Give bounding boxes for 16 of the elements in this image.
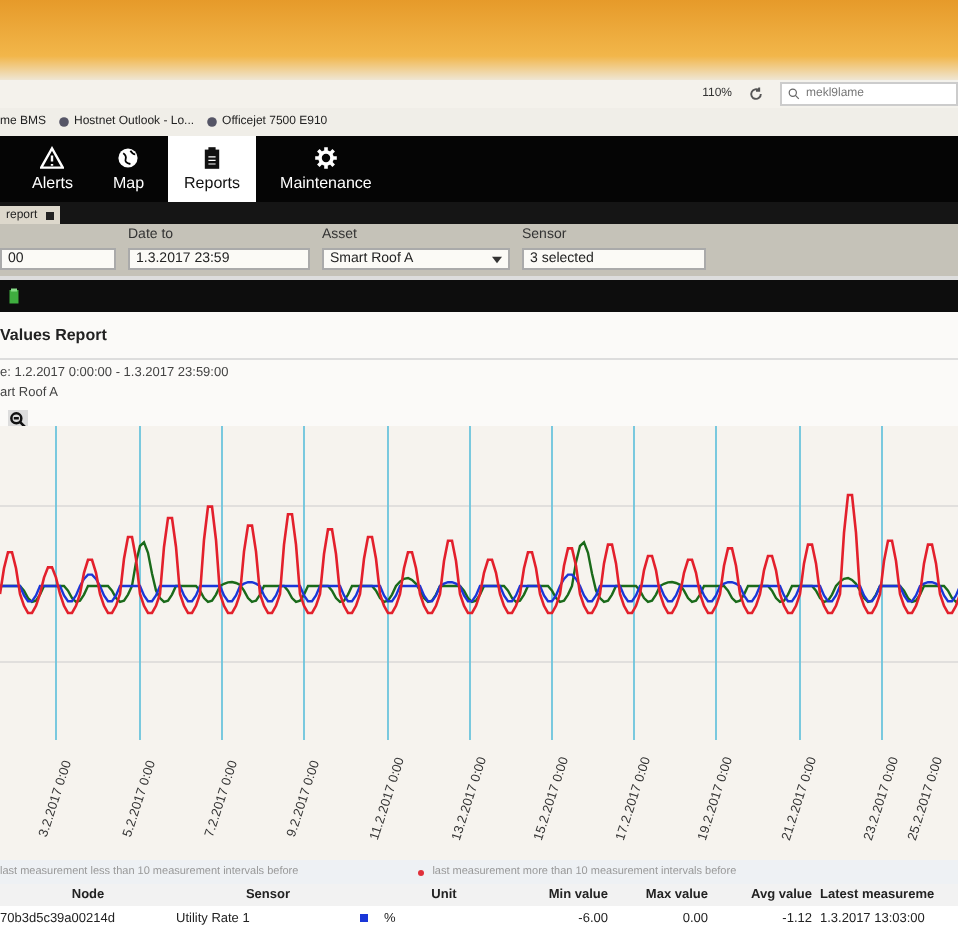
globe-icon [116, 146, 141, 170]
nav-tab[interactable]: Maintenance [264, 136, 388, 202]
close-icon[interactable] [45, 211, 54, 219]
bookmark-icon [58, 116, 71, 128]
caret-icon [492, 255, 502, 263]
warning-icon [40, 146, 65, 170]
report-title: Values Report [0, 326, 107, 344]
clipboard-icon [200, 146, 225, 170]
export-icon[interactable] [8, 288, 20, 304]
search-icon [788, 88, 800, 100]
nav-tab[interactable]: Reports [168, 136, 257, 202]
reload-icon[interactable] [748, 86, 764, 102]
nav-tab[interactable]: Map [96, 136, 161, 202]
gear-icon [313, 146, 338, 170]
bookmark-icon [206, 116, 219, 128]
nav-tab[interactable]: Alerts [16, 136, 89, 202]
